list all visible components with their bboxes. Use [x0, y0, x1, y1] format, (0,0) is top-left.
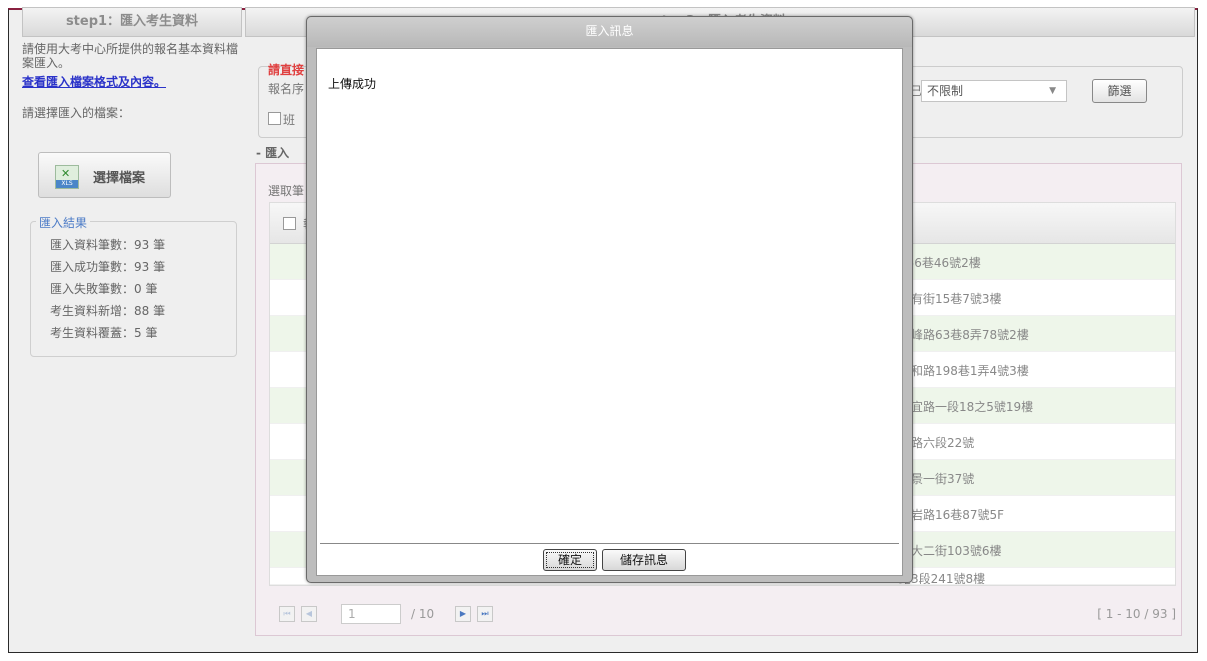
filter-hint: 請直接 — [268, 63, 305, 77]
dialog-body: 上傳成功 確定 儲存訊息 — [316, 48, 903, 576]
filter-button[interactable]: 篩選 — [1092, 79, 1147, 103]
prev-page-icon[interactable]: ◀ — [301, 606, 317, 622]
result-line: 考生資料覆蓋：5 筆 — [50, 326, 158, 340]
result-line: 匯入失敗筆數：0 筆 — [50, 282, 158, 296]
import-message-dialog: 匯入訊息 上傳成功 確定 儲存訊息 — [306, 16, 913, 583]
format-link[interactable]: 查看匯入檔案格式及內容。 — [22, 73, 240, 90]
save-message-button[interactable]: 儲存訊息 — [602, 549, 686, 571]
first-page-icon[interactable]: ⏮ — [279, 606, 295, 622]
result-line: 匯入資料筆數：93 筆 — [50, 238, 166, 252]
choose-file-button[interactable]: ✕ XLS 選擇檔案 — [38, 152, 171, 198]
import-description: 請使用大考中心所提供的報名基本資料檔案匯入。 — [22, 42, 239, 70]
choose-file-label: 選擇檔案 — [93, 171, 146, 186]
ok-button[interactable]: 確定 — [543, 549, 597, 571]
page-total: / 10 — [411, 607, 435, 621]
dropdown-arrow-icon: ▼ — [1049, 86, 1056, 96]
dialog-divider — [320, 543, 899, 544]
filter-value: 不限制 — [927, 84, 964, 98]
next-page-icon[interactable]: ▶ — [455, 606, 471, 622]
dialog-title: 匯入訊息 — [307, 17, 912, 47]
page-input[interactable]: 1 — [341, 604, 401, 624]
filter-dropdown[interactable]: 不限制 ▼ — [921, 80, 1067, 102]
reg-label: 報名序 — [268, 82, 305, 96]
result-line: 考生資料新增：88 筆 — [50, 304, 166, 318]
import-panel: 請使用大考中心所提供的報名基本資料檔案匯入。 查看匯入檔案格式及內容。 請選擇匯… — [22, 42, 240, 198]
result-line: 匯入成功筆數：93 筆 — [50, 260, 166, 274]
results-legend: 匯入結果 — [36, 214, 91, 231]
dialog-message: 上傳成功 — [328, 77, 377, 91]
checkbox-box[interactable] — [268, 112, 281, 125]
page-range: [ 1 - 10 / 93 ] — [1097, 607, 1176, 621]
import-results: 匯入結果 匯入資料筆數：93 筆 匯入成功筆數：93 筆 匯入失敗筆數：0 筆 … — [30, 214, 237, 357]
section-title: - 匯入 — [256, 146, 290, 160]
select-all-checkbox[interactable] — [283, 217, 296, 230]
xls-file-icon: ✕ XLS — [55, 165, 79, 189]
class-checkbox[interactable]: 班 — [268, 111, 295, 128]
selected-count-label: 選取筆 — [268, 184, 305, 198]
step1-header: step1：匯入考生資料 — [22, 7, 242, 37]
pager: ⏮ ◀ 1 / 10 ▶ ⏭ [ 1 - 10 / 93 ] — [269, 604, 1176, 626]
select-file-label: 請選擇匯入的檔案： — [22, 106, 131, 120]
last-page-icon[interactable]: ⏭ — [477, 606, 493, 622]
